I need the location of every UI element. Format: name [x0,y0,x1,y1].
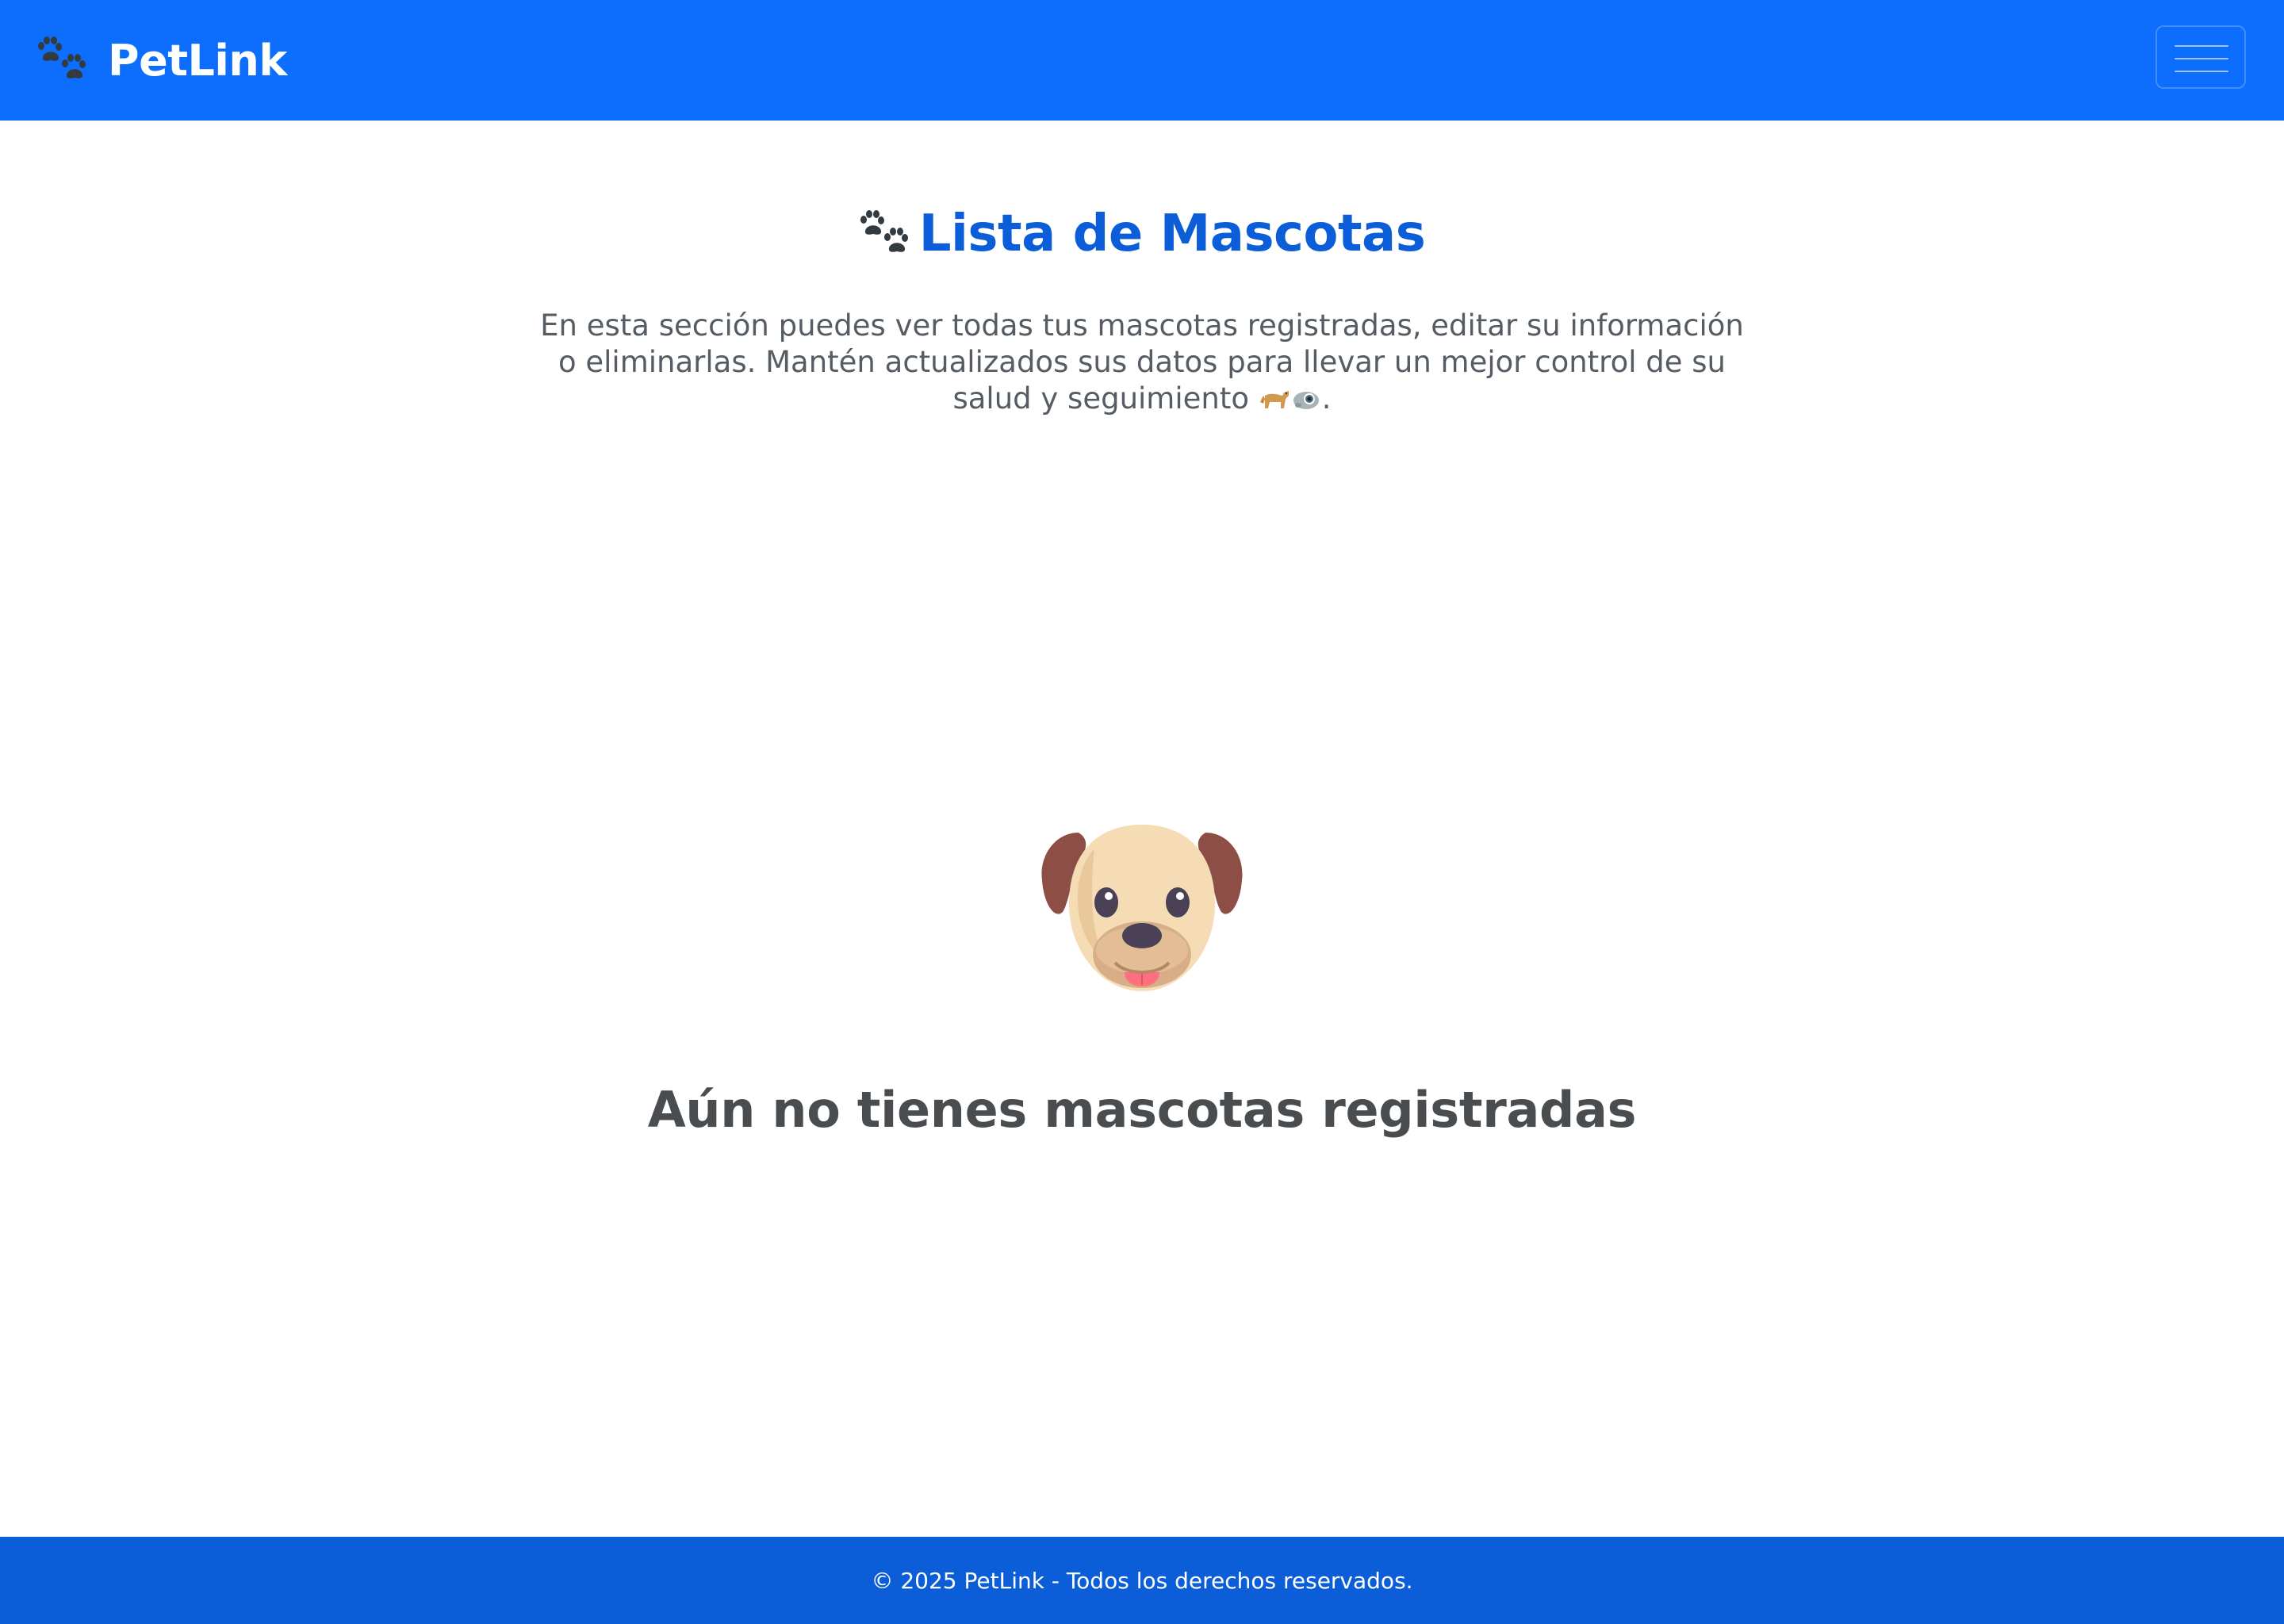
brand-name: PetLink [108,35,287,86]
page-title: Lista de Mascotas [918,205,1426,263]
footer: © 2025 PetLink - Todos los derechos rese… [0,1537,2284,1624]
description-text: En esta sección puedes ver todas tus mas… [540,308,1744,416]
hamburger-menu-icon [2175,45,2228,72]
page-description: En esta sección puedes ver todas tus mas… [531,308,1753,417]
empty-state-message: Aún no tienes mascotas registradas [647,1081,1637,1139]
page-title-row: Lista de Mascotas [0,198,2284,270]
cat-icon [1293,392,1319,409]
dog-face-icon [1041,825,1243,991]
description-end: . [1321,381,1332,416]
navbar-toggler-button[interactable] [2156,25,2246,89]
dog-icon [1259,391,1289,408]
footer-copyright: © 2025 PetLink - Todos los derechos rese… [871,1567,1413,1594]
paw-prints-icon [38,36,86,79]
page: PetLink Lista de Mascotas En esta secció… [0,0,2284,1624]
paw-prints-icon [860,210,908,252]
navbar: PetLink [0,0,2284,121]
brand-link[interactable]: PetLink [36,29,287,92]
